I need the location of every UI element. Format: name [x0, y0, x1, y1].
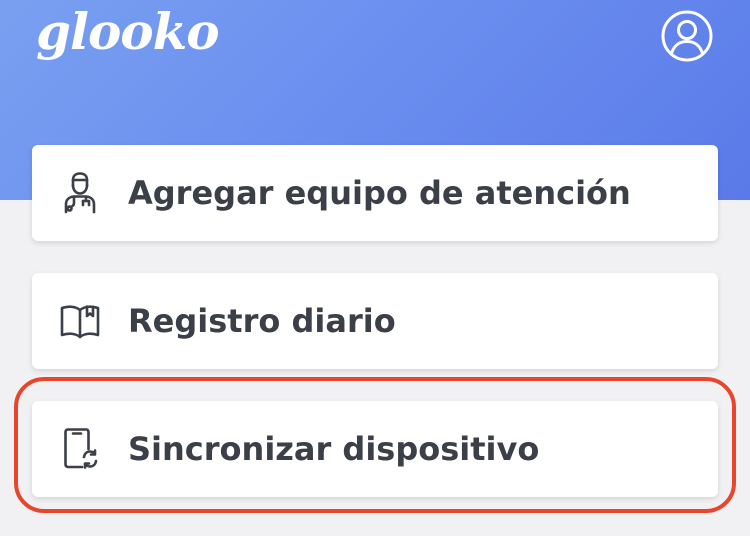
sync-device-label: Sincronizar dispositivo — [128, 430, 540, 468]
profile-button[interactable] — [660, 9, 714, 63]
sync-device-button[interactable]: Sincronizar dispositivo — [32, 401, 718, 497]
phone-sync-icon — [58, 427, 102, 471]
daily-log-label: Registro diario — [128, 302, 396, 340]
daily-log-button[interactable]: Registro diario — [32, 273, 718, 369]
glooko-logo: glooko — [36, 2, 220, 61]
doctor-icon — [58, 171, 102, 215]
book-icon — [58, 299, 102, 343]
user-circle-icon — [661, 10, 713, 62]
add-care-team-label: Agregar equipo de atención — [128, 174, 631, 212]
add-care-team-button[interactable]: Agregar equipo de atención — [32, 145, 718, 241]
app-screen: glooko Agregar equipo de atención Regist… — [0, 0, 750, 536]
